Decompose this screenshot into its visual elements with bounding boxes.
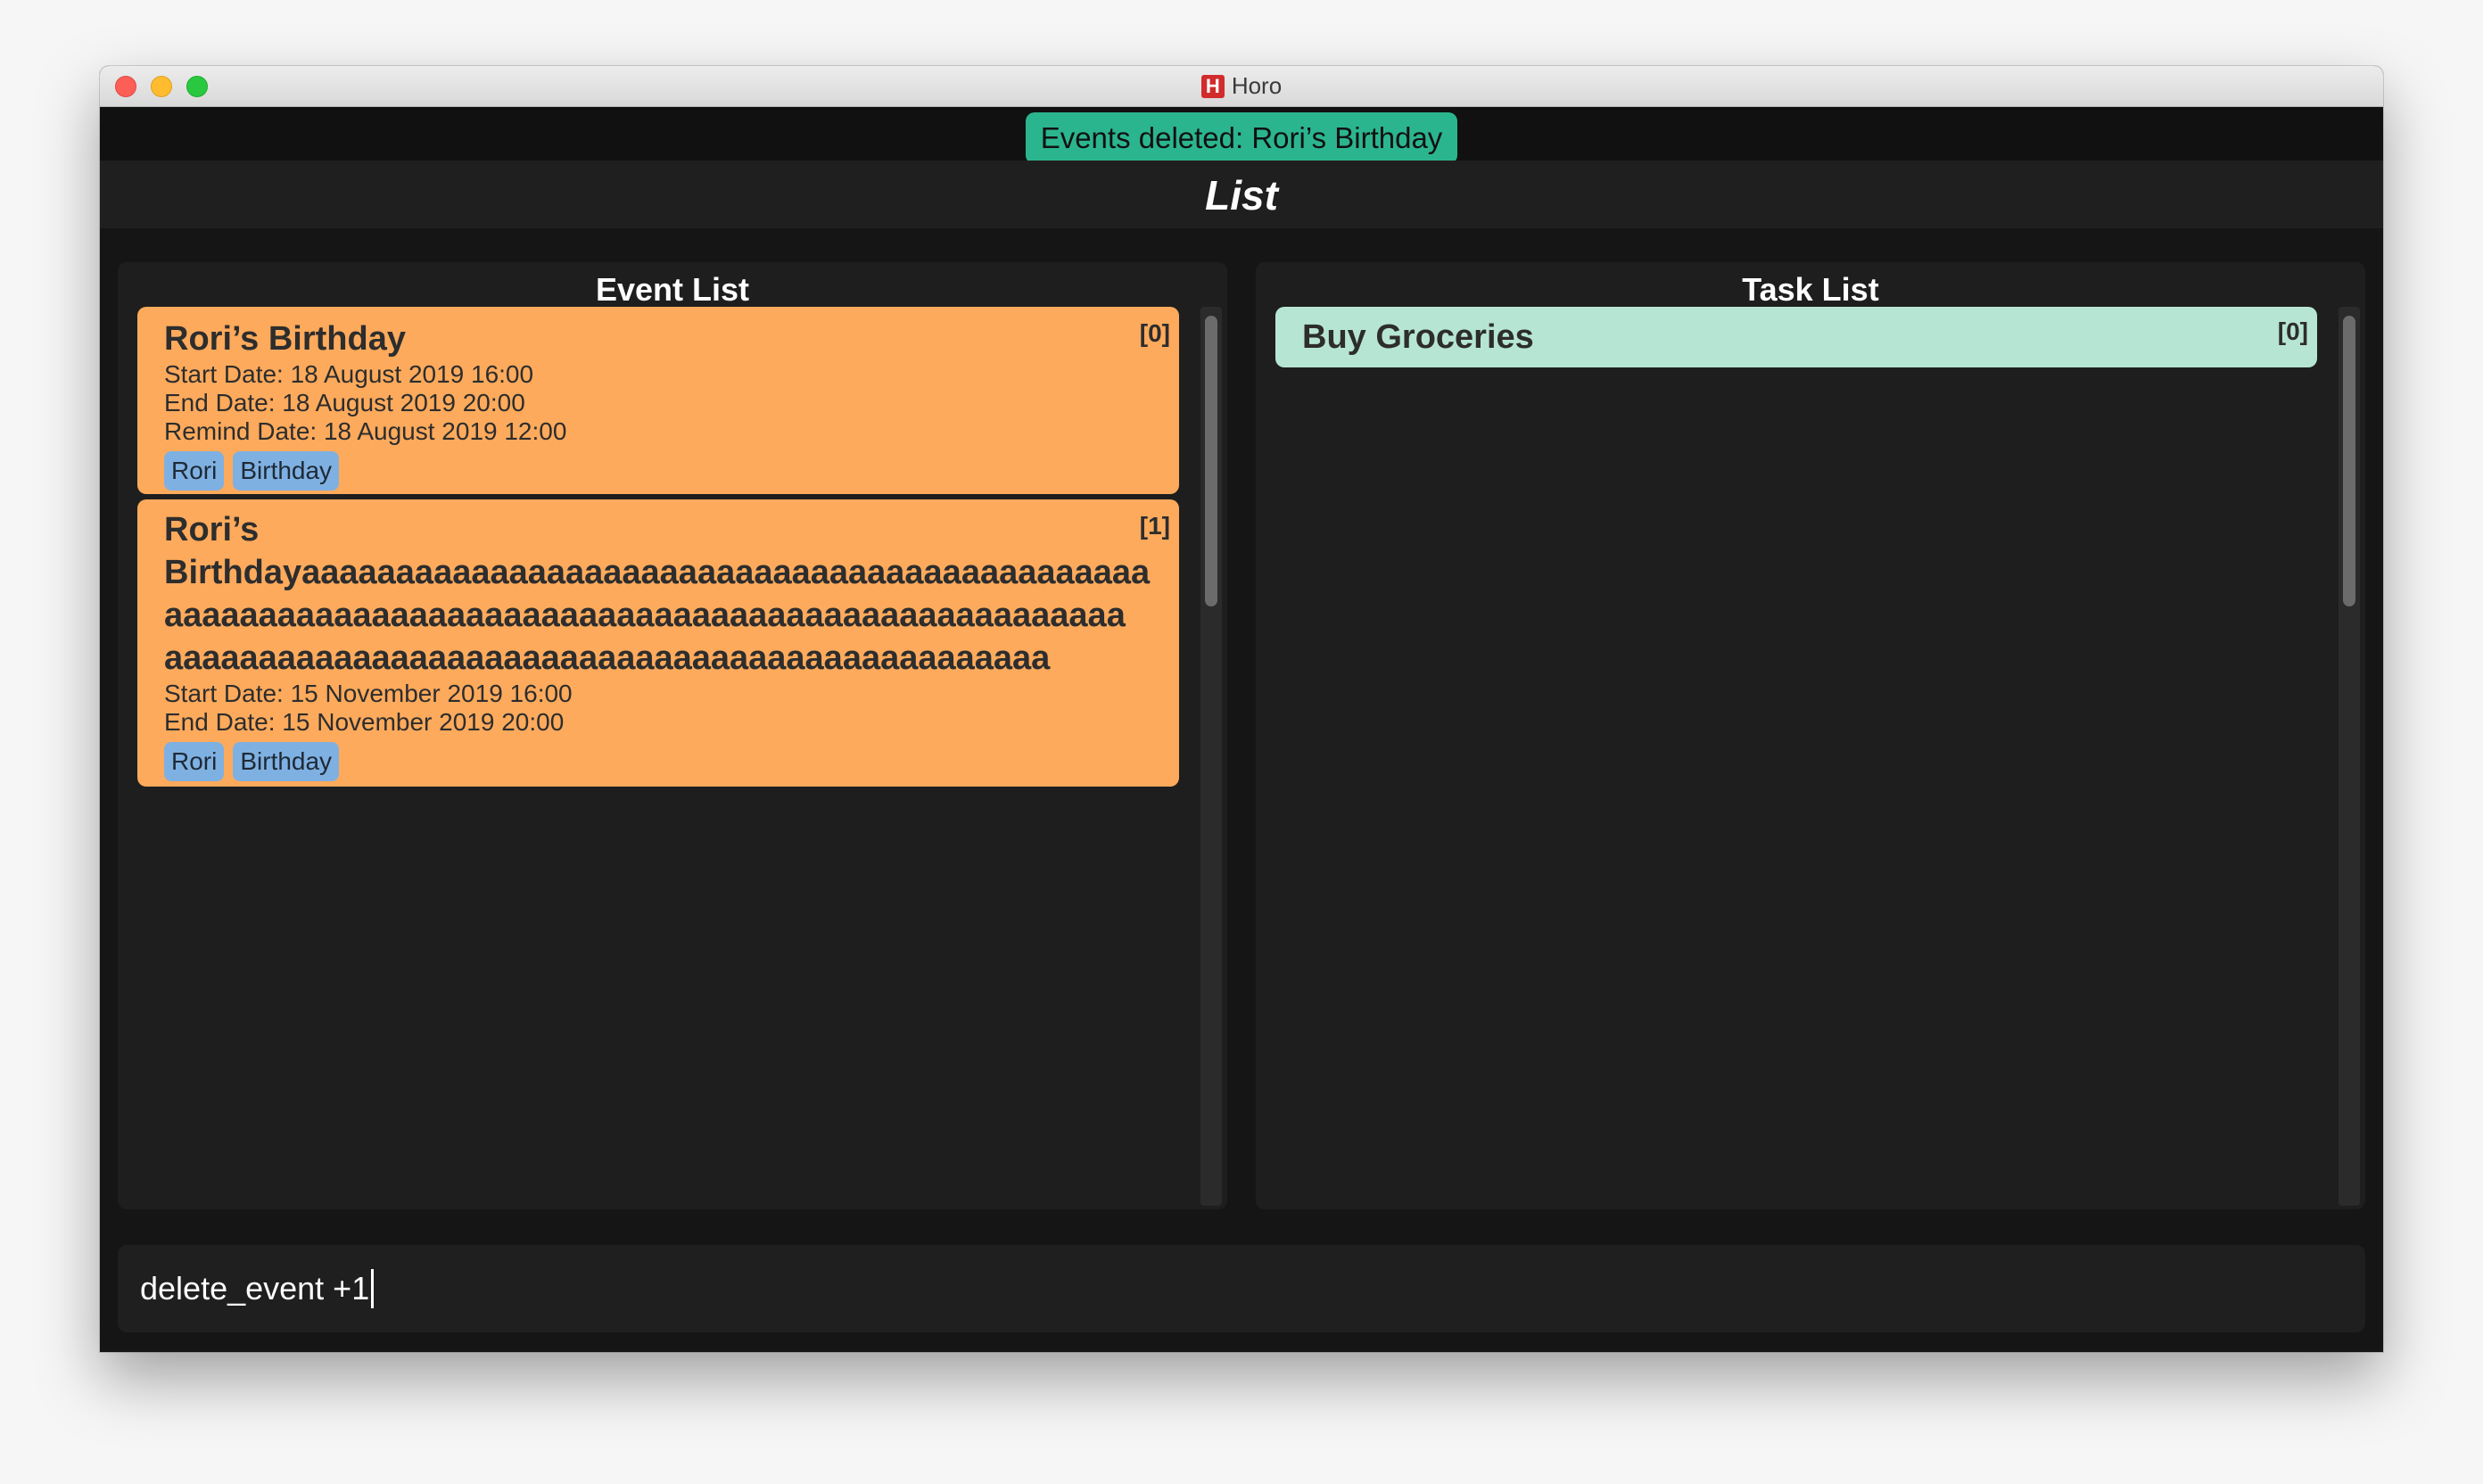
task-list-panel: Task List Buy Groceries [0]	[1256, 262, 2365, 1209]
event-name: Rori’s Birthday	[164, 320, 406, 358]
task-list-title: Task List	[1742, 271, 1879, 308]
event-card[interactable]: [1] Rori’s Birthdayaaaaaaaaaaaaaaaaaaaaa…	[137, 499, 1179, 787]
result-display: Events deleted: Rori’s Birthday	[1026, 112, 1457, 164]
event-tags: Rori Birthday	[164, 451, 1179, 491]
event-name-line: Birthdayaaaaaaaaaaaaaaaaaaaaaaaaaaaaaaaa…	[164, 554, 1151, 591]
event-start-date: Start Date: 15 November 2019 16:00	[164, 680, 573, 707]
event-tags: Rori Birthday	[164, 742, 1179, 781]
tag-badge: Birthday	[233, 742, 340, 781]
title-bar: H Horo	[100, 66, 2383, 107]
event-name-line: aaaaaaaaaaaaaaaaaaaaaaaaaaaaaaaaaaaaaaaa…	[164, 597, 1126, 634]
task-index: [0]	[2277, 317, 2308, 345]
task-name: Buy Groceries	[1302, 318, 1534, 356]
event-remind-date: Remind Date: 18 August 2019 12:00	[164, 417, 567, 445]
task-card[interactable]: Buy Groceries [0]	[1275, 307, 2317, 367]
event-list-title: Event List	[595, 271, 750, 308]
app-logo-icon: H	[1200, 74, 1225, 98]
event-name-line: aaaaaaaaaaaaaaaaaaaaaaaaaaaaaaaaaaaaaaaa…	[164, 639, 1051, 677]
text-caret	[371, 1269, 375, 1308]
event-start-date: Start Date: 18 August 2019 16:00	[164, 360, 534, 388]
tag-badge: Rori	[164, 451, 225, 491]
window-title-group: H Horo	[100, 66, 2383, 106]
tag-badge: Rori	[164, 742, 225, 781]
event-card[interactable]: [0] Rori’s Birthday Start Date: 18 Augus…	[137, 307, 1179, 494]
event-name-line: Rori’s	[164, 511, 260, 548]
event-index: [1]	[1139, 512, 1170, 540]
task-list-scrollbar[interactable]	[2339, 307, 2360, 1206]
event-list-panel: Event List [0] Rori’s Birthday Start Dat…	[118, 262, 1227, 1209]
event-index: [0]	[1139, 319, 1170, 347]
tag-badge: Birthday	[233, 451, 340, 491]
task-list-scroll-thumb[interactable]	[2343, 316, 2355, 606]
command-input-value[interactable]: delete_event +1	[140, 1245, 369, 1332]
window-title: Horo	[1231, 72, 1283, 99]
view-title: List	[1205, 172, 1278, 218]
app-window: H Horo Events deleted: Rori’s Birthday L…	[100, 66, 2383, 1352]
command-input[interactable]: delete_event +1	[118, 1245, 2365, 1332]
event-end-date: End Date: 18 August 2019 20:00	[164, 389, 525, 416]
command-input-text[interactable]: delete_event +1	[140, 1245, 375, 1332]
event-end-date: End Date: 15 November 2019 20:00	[164, 708, 565, 736]
event-list-scrollbar[interactable]	[1200, 307, 1222, 1206]
event-list-scroll-thumb[interactable]	[1205, 316, 1217, 606]
